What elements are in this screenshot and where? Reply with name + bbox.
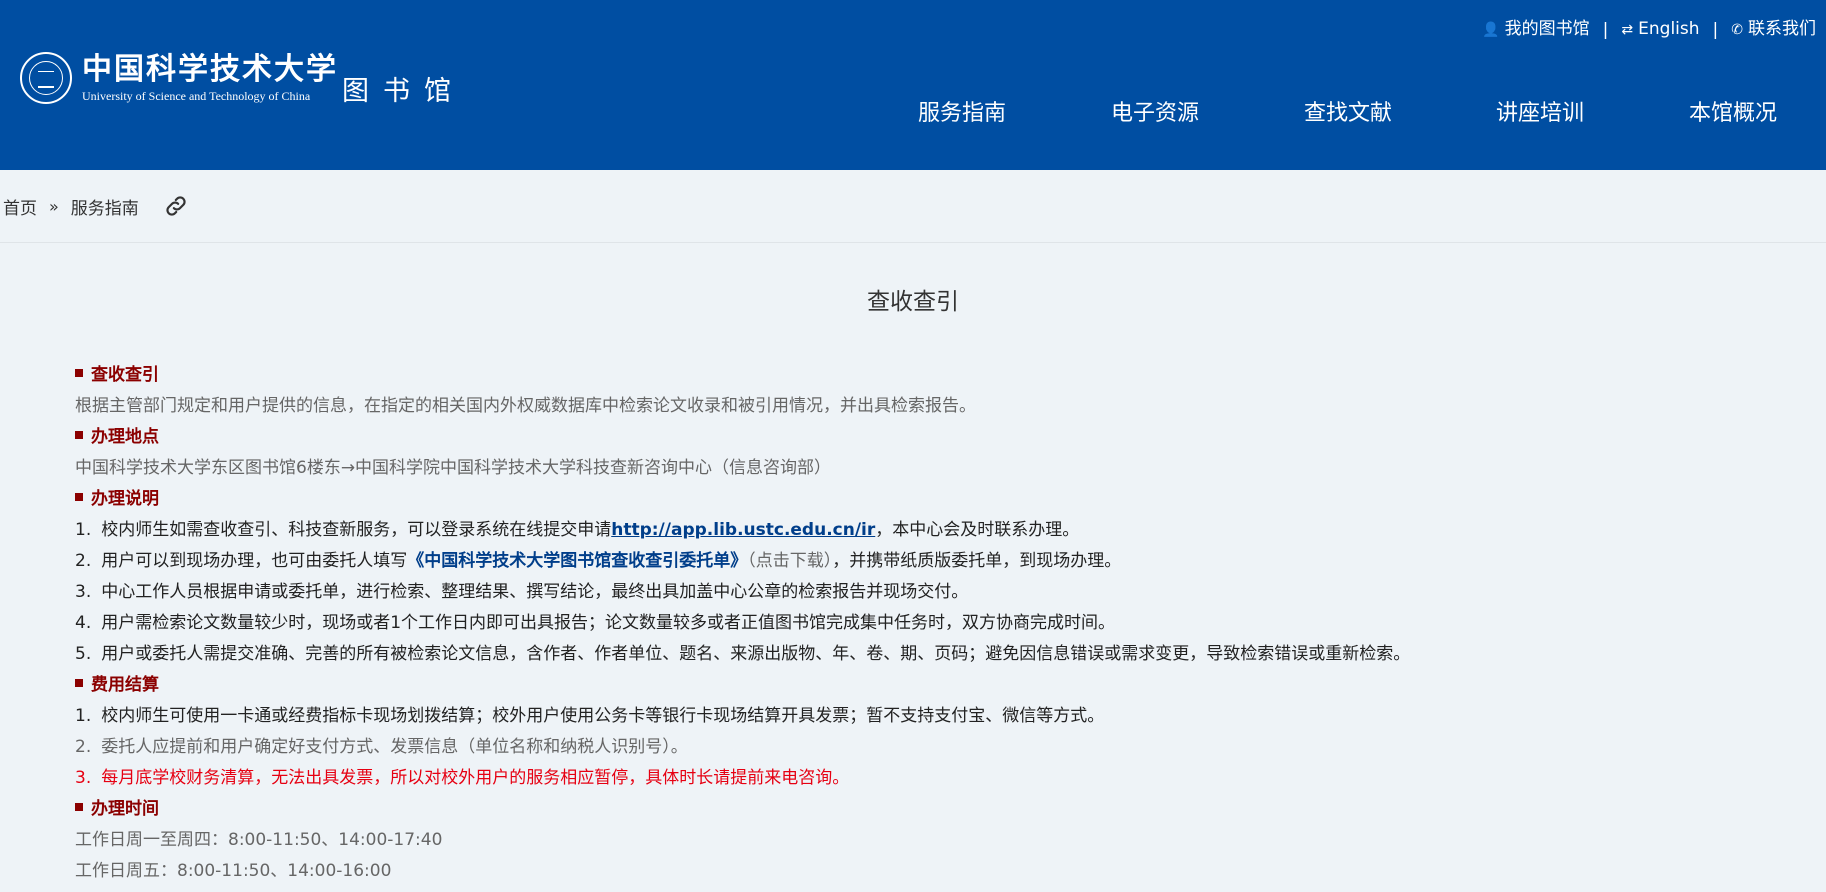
section-text: 中国科学技术大学东区图书馆6楼东→中国科学院中国科学技术大学科技查新咨询中心（信… <box>75 458 832 478</box>
nav-service-guide[interactable]: 服务指南 <box>918 98 1006 130</box>
link-icon[interactable] <box>163 193 189 219</box>
list-item: 4. 用户需检索论文数量较少时，现场或者1个工作日内即可出具报告；论文数量较多或者… <box>75 613 1116 633</box>
list-item: 1. 校内师生如需查收查引、科技查新服务，可以登录系统在线提交申请http://a… <box>75 520 1080 540</box>
university-logo[interactable]: 中国科学技术大学 University of Science and Techn… <box>20 52 338 104</box>
site-header: 中国科学技术大学 University of Science and Techn… <box>0 0 1826 170</box>
user-icon: 👤 <box>1482 22 1500 38</box>
page-title: 查收查引 <box>867 289 959 315</box>
logo-chinese-name: 中国科学技术大学 <box>82 52 338 87</box>
breadcrumb-current[interactable]: 服务指南 <box>71 194 139 219</box>
submission-system-link[interactable]: http://app.lib.ustc.edu.cn/ir <box>611 520 875 540</box>
section-heading: 费用结算 <box>75 670 1775 701</box>
my-library-link[interactable]: 👤 我的图书馆 <box>1482 17 1589 42</box>
nav-lectures-training[interactable]: 讲座培训 <box>1496 98 1584 130</box>
list-item: 1. 校内师生可使用一卡通或经费指标卡现场划拨结算；校外用户使用公务卡等银行卡现场… <box>75 706 1105 726</box>
list-item: 3. 每月底学校财务清算，无法出具发票，所以对校外用户的服务相应暂停，具体时长请提… <box>75 768 850 788</box>
hours-line: 工作日周一至周四：8:00-11:50、14:00-17:40 <box>75 830 443 850</box>
nav-find-documents[interactable]: 查找文献 <box>1304 98 1392 130</box>
top-links: 👤 我的图书馆 | ⇄ English | ✆ 联系我们 <box>1482 17 1816 42</box>
nav-about-library[interactable]: 本馆概况 <box>1689 98 1777 130</box>
commission-form-link[interactable]: 《中国科学技术大学图书馆查收查引委托单》 <box>407 551 747 571</box>
list-item: 2. 委托人应提前和用户确定好支付方式、发票信息（单位名称和纳税人识别号）。 <box>75 737 688 757</box>
list-item: 3. 中心工作人员根据申请或委托单，进行检索、整理结果、撰写结论，最终出具加盖中心… <box>75 582 969 602</box>
nav-e-resources[interactable]: 电子资源 <box>1111 98 1199 130</box>
main-nav: 服务指南 电子资源 查找文献 讲座培训 本馆概况 <box>0 98 1826 130</box>
breadcrumb-arrow-icon: » <box>49 196 59 216</box>
exchange-icon: ⇄ <box>1621 22 1634 38</box>
breadcrumb: 首页 » 服务指南 <box>0 170 1826 243</box>
download-link[interactable]: （点击下载） <box>747 551 832 571</box>
section-text: 根据主管部门规定和用户提供的信息，在指定的相关国内外权威数据库中检索论文收录和被… <box>75 396 976 416</box>
section-heading: 查收查引 <box>75 360 1775 391</box>
english-link[interactable]: ⇄ English <box>1621 17 1699 42</box>
section-heading: 办理说明 <box>75 484 1775 515</box>
hours-line: 工作日周五：8:00-11:50、14:00-16:00 <box>75 861 392 881</box>
phone-icon: ✆ <box>1731 22 1743 38</box>
top-link-separator: | <box>1602 19 1609 40</box>
university-seal-icon <box>20 52 72 104</box>
list-item: 2. 用户可以到现场办理，也可由委托人填写《中国科学技术大学图书馆查收查引委托单》… <box>75 551 1122 571</box>
section-heading: 办理时间 <box>75 794 1775 825</box>
list-item: 5. 用户或委托人需提交准确、完善的所有被检索论文信息，含作者、作者单位、题名、来… <box>75 644 1411 664</box>
top-link-separator: | <box>1712 19 1719 40</box>
breadcrumb-home[interactable]: 首页 <box>3 194 37 219</box>
article-content: 查收查引 根据主管部门规定和用户提供的信息，在指定的相关国内外权威数据库中检索论… <box>75 360 1775 887</box>
section-heading: 办理地点 <box>75 422 1775 453</box>
contact-us-link[interactable]: ✆ 联系我们 <box>1731 17 1816 42</box>
